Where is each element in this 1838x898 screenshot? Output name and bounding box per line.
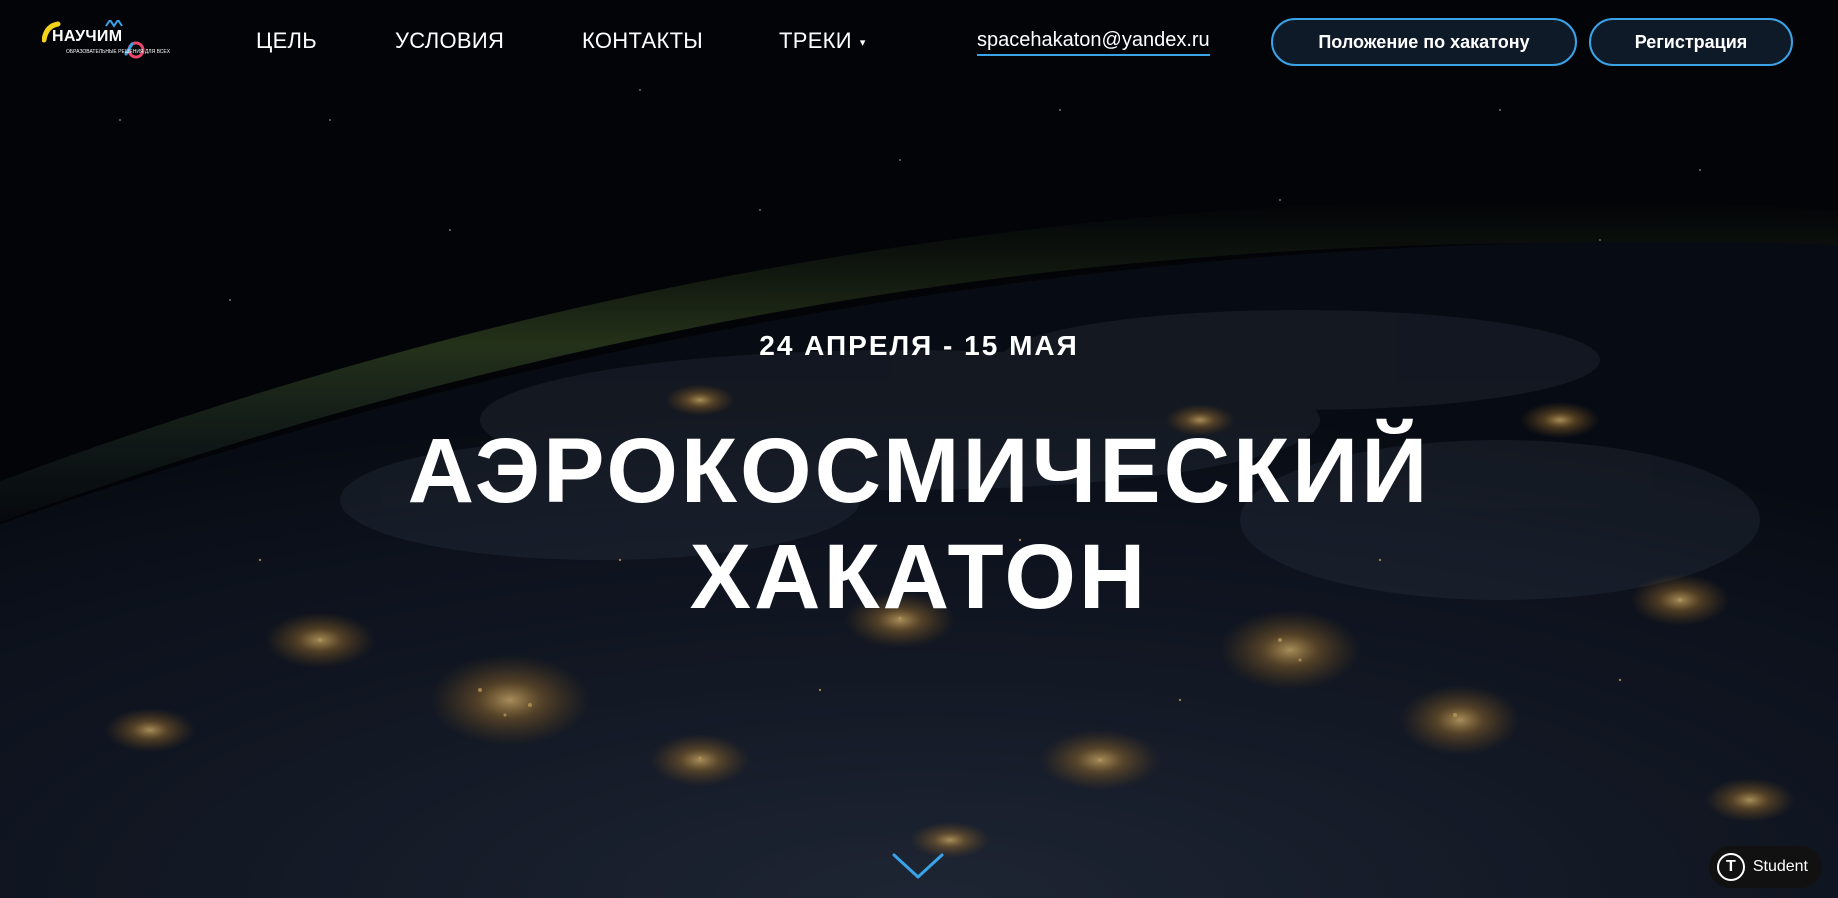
nav-tracks[interactable]: ТРЕКИ ▾ bbox=[779, 28, 866, 54]
logo-subtext: ОБРАЗОВАТЕЛЬНЫЕ РЕШЕНИЯ ДЛЯ ВСЕХ bbox=[66, 49, 171, 55]
site-header: НАУЧИМ ОБРАЗОВАТЕЛЬНЫЕ РЕШЕНИЯ ДЛЯ ВСЕХ … bbox=[0, 0, 1838, 86]
hero-section: НАУЧИМ ОБРАЗОВАТЕЛЬНЫЕ РЕШЕНИЯ ДЛЯ ВСЕХ … bbox=[0, 0, 1838, 898]
register-button[interactable]: Регистрация bbox=[1589, 18, 1793, 66]
hero-title-line1: АЭРОКОСМИЧЕСКИЙ bbox=[407, 420, 1431, 522]
nav-tracks-label: ТРЕКИ bbox=[779, 28, 852, 53]
caret-down-icon: ▾ bbox=[859, 37, 866, 49]
logo-text: НАУЧИМ bbox=[52, 28, 123, 45]
nav-goal[interactable]: ЦЕЛЬ bbox=[256, 28, 317, 54]
regulations-button[interactable]: Положение по хакатону bbox=[1271, 18, 1577, 66]
logo[interactable]: НАУЧИМ ОБРАЗОВАТЕЛЬНЫЕ РЕШЕНИЯ ДЛЯ ВСЕХ bbox=[42, 20, 171, 64]
tilda-icon: T bbox=[1716, 853, 1745, 881]
hero-title-line2: ХАКАТОН bbox=[689, 526, 1149, 628]
badge-label: Student bbox=[1752, 858, 1808, 875]
made-on-tilda-badge[interactable]: T Student bbox=[1708, 846, 1822, 888]
nav-contacts[interactable]: КОНТАКТЫ bbox=[582, 28, 703, 54]
chevron-down-icon[interactable] bbox=[892, 852, 944, 880]
nav-conditions[interactable]: УСЛОВИЯ bbox=[395, 28, 504, 54]
email-link[interactable]: spacehakaton@yandex.ru bbox=[977, 29, 1210, 56]
hero-title: АЭРОКОСМИЧЕСКИЙ ХАКАТОН bbox=[0, 418, 1838, 630]
hero-dates: 24 АПРЕЛЯ - 15 МАЯ bbox=[759, 330, 1079, 361]
